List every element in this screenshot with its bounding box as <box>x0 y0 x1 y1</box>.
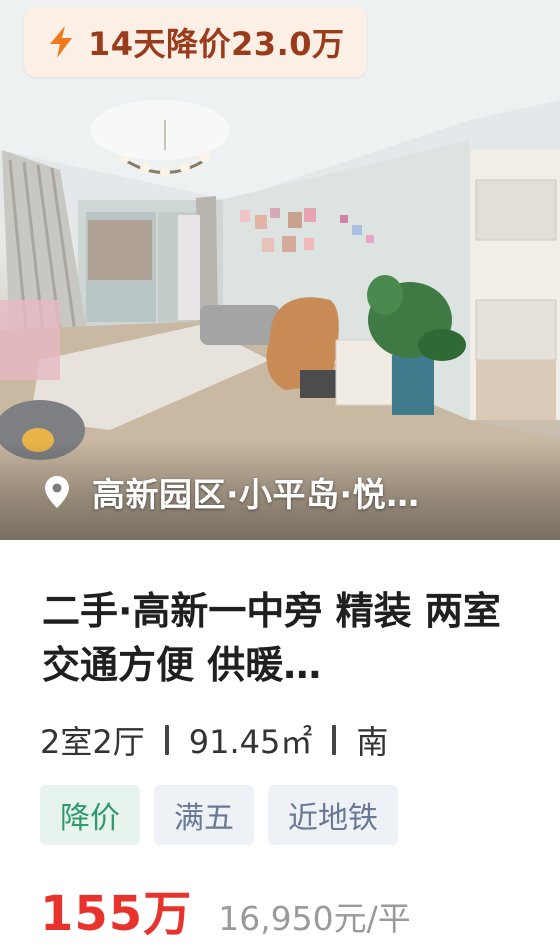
tag-five-years: 满五 <box>154 785 254 845</box>
location-pin-icon <box>45 476 69 508</box>
room-layout: 2室2厅 <box>40 723 145 761</box>
listing-specs: 2室2厅 91.45㎡ 南 <box>40 717 388 763</box>
tag-price-reduced: 降价 <box>40 785 140 845</box>
unit-price: 16,950元/平 <box>218 899 411 938</box>
tag-near-subway: 近地铁 <box>268 785 398 845</box>
price-row: 155万 16,950元/平 <box>40 874 411 944</box>
listing-photo[interactable]: 14天降价23.0万 高新园区·小平岛·悦… <box>0 0 560 540</box>
orientation: 南 <box>356 723 389 761</box>
listing-tags: 降价 满五 近地铁 <box>40 785 412 845</box>
floor-area: 91.45㎡ <box>188 723 313 761</box>
location-row[interactable]: 高新园区·小平岛·悦… <box>44 468 420 516</box>
total-price: 155万 <box>40 886 193 942</box>
price-drop-text: 14天降价23.0万 <box>88 25 345 63</box>
listing-title[interactable]: 二手·高新一中旁 精装 两室 交通方便 供暖… <box>42 584 522 692</box>
spec-divider <box>332 725 337 755</box>
spec-divider <box>164 725 169 755</box>
location-text: 高新园区·小平岛·悦… <box>92 475 420 514</box>
price-drop-badge: 14天降价23.0万 <box>24 7 367 77</box>
listing-card[interactable]: 14天降价23.0万 高新园区·小平岛·悦… 二手·高新一中旁 精装 两室 交通… <box>0 0 560 947</box>
lightning-icon <box>50 26 72 58</box>
